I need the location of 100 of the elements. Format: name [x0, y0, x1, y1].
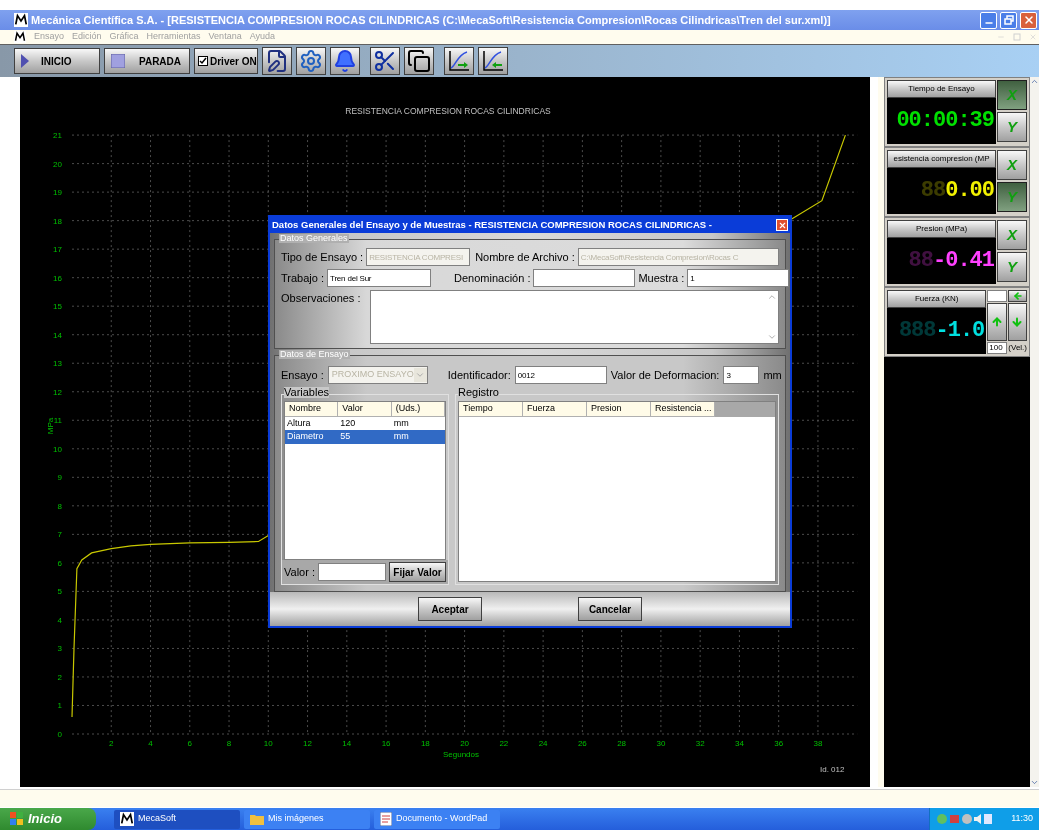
- deformation-field[interactable]: 3: [723, 366, 760, 384]
- y-tick-label: 13: [53, 359, 62, 369]
- y-tick-label: 14: [53, 330, 62, 340]
- column-header[interactable]: (Uds.): [391, 402, 445, 417]
- table-cell-text: mm: [392, 416, 410, 430]
- table-cell-text: 55: [339, 430, 352, 443]
- table-cell-text: Diametro: [286, 430, 325, 443]
- x-tick-label: 32: [695, 739, 705, 748]
- y-tick-label: 21: [53, 131, 62, 141]
- x-tick-label: 22: [499, 739, 509, 748]
- column-header[interactable]: Presion: [587, 402, 651, 417]
- table-cell-text: Altura: [286, 416, 312, 430]
- stop-button[interactable]: PARADA: [104, 48, 190, 74]
- y-tick-label: 8: [57, 501, 62, 511]
- driver-checkbox[interactable]: Driver ON: [194, 48, 258, 74]
- y-tick-label: 15: [53, 302, 62, 312]
- field-label: Denominación :: [454, 270, 531, 286]
- x-tick-label: 34: [734, 739, 744, 748]
- y-tick-label: 7: [57, 530, 62, 540]
- y-tick-label: 16: [53, 273, 62, 283]
- chart-title: RESISTENCIA COMPRESION ROCAS CILINDRICAS: [345, 106, 551, 116]
- display-label: Fuerza (KN): [887, 290, 987, 308]
- x-tick-label: 2: [109, 739, 114, 748]
- digital-display: 00:00:39: [887, 98, 996, 144]
- field-label: Muestra :: [638, 270, 685, 286]
- y-tick-label: 17: [53, 245, 62, 255]
- y-tick-label: 10: [53, 444, 62, 454]
- unit-label: mm: [763, 367, 782, 383]
- column-header[interactable]: Nombre: [285, 402, 339, 417]
- y-axis-label: MPa: [46, 417, 55, 435]
- column-header[interactable]: Fuerza: [523, 402, 587, 417]
- table-cell-text: 120: [339, 416, 357, 430]
- display-label: esistencia compresion (MP: [887, 150, 996, 168]
- y-tick-label: 12: [53, 387, 62, 397]
- accept-button[interactable]: Aceptar: [418, 597, 482, 621]
- dialog-title: Datos Generales del Ensayo y de Muestras - RESISTENCIA COMPRESION ROCAS CILINDRICAS -: [272, 217, 712, 232]
- clock: 11:30: [1011, 812, 1033, 826]
- x-tick-label: 20: [460, 739, 470, 748]
- taskbar-button[interactable]: MecaSoft: [114, 809, 240, 829]
- identifier-field[interactable]: 0012: [514, 366, 607, 384]
- job-field[interactable]: Tren del Sur: [327, 269, 431, 287]
- field-label: Trabajo :: [281, 270, 324, 286]
- x-tick-label: 10: [263, 739, 273, 748]
- y-tick-label: 6: [57, 558, 62, 568]
- taskbar-button[interactable]: Mis imágenes: [244, 809, 370, 829]
- y-tick-label: 2: [57, 672, 62, 682]
- y-tick-label: 20: [53, 159, 62, 169]
- group-legend: Datos Generales: [279, 234, 349, 243]
- display-label: Tiempo de Ensayo: [887, 80, 996, 98]
- column-header[interactable]: Tiempo: [459, 402, 523, 417]
- y-tick-label: 4: [57, 615, 62, 625]
- group-legend: Registro: [458, 387, 499, 398]
- speed-field[interactable]: 100: [987, 342, 1008, 354]
- x-tick-label: 30: [656, 739, 666, 748]
- field-label: Observaciones :: [281, 291, 362, 306]
- x-tick-label: 28: [617, 739, 627, 748]
- y-tick-label: 9: [57, 473, 62, 483]
- x-tick-label: 14: [342, 739, 352, 748]
- x-tick-label: 6: [187, 739, 192, 748]
- field-label: Ensayo :: [281, 367, 324, 383]
- x-tick-label: 38: [813, 739, 823, 748]
- column-header[interactable]: Valor: [338, 402, 392, 417]
- x-tick-label: 36: [774, 739, 784, 748]
- table-row[interactable]: Altura 120 mm: [285, 416, 445, 430]
- table-row[interactable]: Diametro 55 mm: [285, 430, 445, 444]
- chart-id-label: Id. 012: [820, 765, 845, 774]
- group-legend: Variables: [284, 387, 330, 398]
- sample-field[interactable]: 1: [687, 269, 790, 287]
- field-label: Valor de Deformacion:: [610, 367, 720, 383]
- set-value-button[interactable]: Fijar Valor: [389, 562, 446, 582]
- y-tick-label: 18: [53, 216, 62, 226]
- y-tick-label: 19: [53, 188, 62, 198]
- y-tick-label: 5: [57, 587, 62, 597]
- taskbar-button[interactable]: Documento - WordPad: [374, 809, 500, 829]
- x-tick-label: 18: [420, 739, 430, 748]
- group-legend: Datos de Ensayo: [279, 350, 350, 359]
- field-label: Identificador:: [447, 367, 511, 383]
- window-title: Mecánica Científica S.A. - [RESISTENCIA COMPRESION ROCAS CILINDRICAS (C:\MecaSoft\Resistencia Compresion\Rocas Cilindricas\Tren del sur.xml)]: [31, 12, 832, 28]
- table-cell-text: mm: [392, 430, 410, 443]
- x-axis-label: Segundos: [443, 750, 479, 759]
- y-tick-label: 0: [57, 730, 62, 739]
- y-tick-label: 1: [57, 701, 62, 711]
- start-button[interactable]: INICIO: [14, 48, 100, 74]
- field-label: Valor :: [284, 564, 315, 580]
- cancel-button[interactable]: Cancelar: [578, 597, 642, 621]
- x-tick-label: 24: [538, 739, 548, 748]
- column-header[interactable]: Resistencia ...: [651, 402, 715, 417]
- start-menu-button[interactable]: Inicio: [0, 808, 96, 830]
- field-label: Tipo de Ensayo :: [281, 249, 364, 265]
- display-label: Presion (MPa): [887, 220, 996, 238]
- x-tick-label: 12: [303, 739, 312, 748]
- x-tick-label: 26: [577, 739, 587, 748]
- field-label: Nombre de Archivo :: [475, 249, 575, 265]
- x-tick-label: 8: [226, 739, 232, 748]
- y-tick-label: 3: [57, 644, 62, 654]
- digital-display: 88-0.41: [887, 238, 996, 284]
- y-tick-label: 11: [53, 416, 62, 426]
- x-tick-label: 16: [381, 739, 391, 748]
- speed-label: (Vel.): [1008, 342, 1027, 354]
- x-tick-label: 4: [148, 739, 153, 748]
